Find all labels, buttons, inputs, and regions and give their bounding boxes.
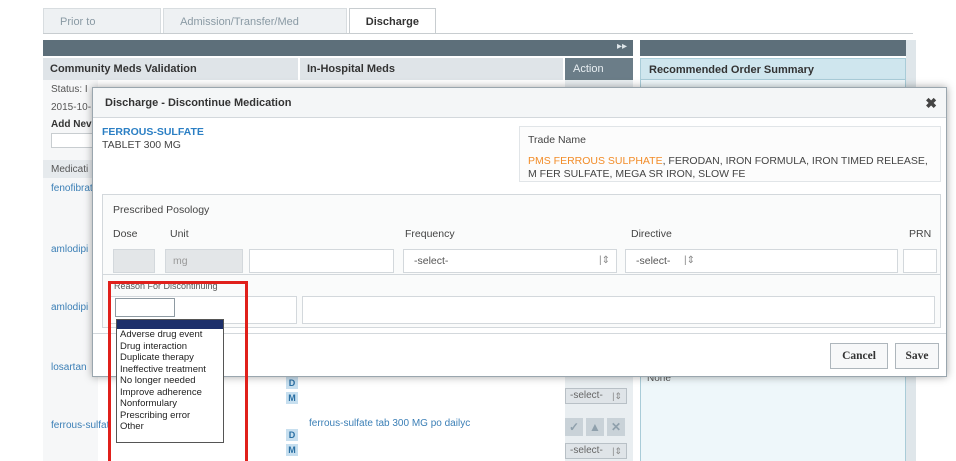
action-header: Action <box>565 58 633 80</box>
modal-header: Discharge - Discontinue Medication ✖ <box>93 88 946 118</box>
tab-prior-to-admission[interactable]: Prior to Admission <box>43 8 162 54</box>
trade-name-primary: PMS FERROUS SULPHATE <box>528 155 663 167</box>
prn-label: PRN <box>909 228 932 240</box>
recommended-order-header: Recommended Order Summary <box>640 58 906 80</box>
directive-value: -select- <box>636 255 671 267</box>
action-select-2-value: -select- <box>570 445 603 456</box>
trade-name-box: Trade Name PMS FERROUS SULPHATE, FERODAN… <box>519 126 941 182</box>
action-select-1-value: -select- <box>570 390 603 401</box>
med-link-fenofibrate[interactable]: fenofibrat <box>51 183 93 194</box>
tab-admission-transfer[interactable]: Admission/Transfer/Med Review <box>163 8 347 54</box>
spinner-icon: |⇕ <box>612 391 622 401</box>
community-meds-header: Community Meds Validation <box>43 58 298 80</box>
reason-comment-field[interactable] <box>302 296 935 324</box>
unit-label: Unit <box>170 228 189 240</box>
approve-icon[interactable]: ✓ <box>565 418 583 436</box>
action-buttons: ✓ ▲ ✕ <box>565 418 627 436</box>
add-new-input[interactable] <box>51 133 98 148</box>
inhospital-meds-header: In-Hospital Meds <box>300 58 563 80</box>
cancel-button[interactable]: Cancel <box>830 343 888 369</box>
save-button[interactable]: Save <box>895 343 939 369</box>
directive-select[interactable]: -select- |⇕ <box>625 249 898 273</box>
frequency-value: -select- <box>414 255 449 267</box>
med-link-amlodipine-2[interactable]: amlodipi <box>51 302 88 313</box>
meds-header-bar: ▸▸ <box>43 40 633 56</box>
remove-icon[interactable]: ✕ <box>607 418 625 436</box>
m-badge-1[interactable]: M <box>286 392 298 404</box>
d-badge-1[interactable]: D <box>286 377 298 389</box>
med-link-amlodipine-1[interactable]: amlodipi <box>51 244 88 255</box>
annotation-highlight <box>108 281 248 461</box>
d-badge-2[interactable]: D <box>286 429 298 441</box>
tab-bar: Prior to Admission Admission/Transfer/Me… <box>43 8 438 54</box>
m-badge-2[interactable]: M <box>286 444 298 456</box>
date-text: 2015-10- <box>51 102 92 113</box>
action-select-1[interactable]: -select- |⇕ <box>565 388 627 404</box>
drug-info: FERROUS-SULFATE TABLET 300 MG <box>102 126 522 182</box>
prn-field[interactable] <box>903 249 937 273</box>
status-text: Status: I <box>51 84 88 95</box>
up-icon[interactable]: ▲ <box>586 418 604 436</box>
dose-label: Dose <box>113 228 138 240</box>
close-icon[interactable]: ✖ <box>925 95 937 112</box>
unit-field: mg <box>165 249 243 273</box>
add-new-label: Add Nev <box>51 119 92 130</box>
summary-header-bar <box>640 40 906 56</box>
trade-name-label: Trade Name <box>528 134 586 146</box>
tab-divider <box>43 33 913 34</box>
trade-names: PMS FERROUS SULPHATE, FERODAN, IRON FORM… <box>528 155 932 181</box>
action-select-2[interactable]: -select- |⇕ <box>565 443 627 459</box>
med-link-losartan[interactable]: losartan <box>51 362 87 373</box>
spinner-icon: |⇕ <box>612 446 622 456</box>
spinner-icon: |⇕ <box>599 255 610 266</box>
medication-header: Medicati <box>51 164 89 175</box>
drug-name: FERROUS-SULFATE <box>102 126 204 138</box>
frequency-label: Frequency <box>405 228 455 240</box>
inhospital-med-link[interactable]: ferrous-sulfate tab 300 MG po dailyc <box>309 418 470 429</box>
frequency-select[interactable]: -select- |⇕ <box>403 249 617 273</box>
med-link-ferrous-sulfate[interactable]: ferrous-sulfat <box>51 420 109 431</box>
tab-discharge[interactable]: Discharge <box>348 8 436 34</box>
drug-form: TABLET 300 MG <box>102 139 181 151</box>
modal-title: Discharge - Discontinue Medication <box>105 97 292 109</box>
prescribed-posology-section: Prescribed Posology Dose Unit Frequency … <box>102 194 941 278</box>
posology-blank-field <box>249 249 394 273</box>
directive-label: Directive <box>631 228 672 240</box>
posology-title: Prescribed Posology <box>113 204 210 216</box>
dose-field <box>113 249 155 273</box>
spinner-icon: |⇕ <box>684 255 695 266</box>
expand-icon[interactable]: ▸▸ <box>617 41 627 52</box>
